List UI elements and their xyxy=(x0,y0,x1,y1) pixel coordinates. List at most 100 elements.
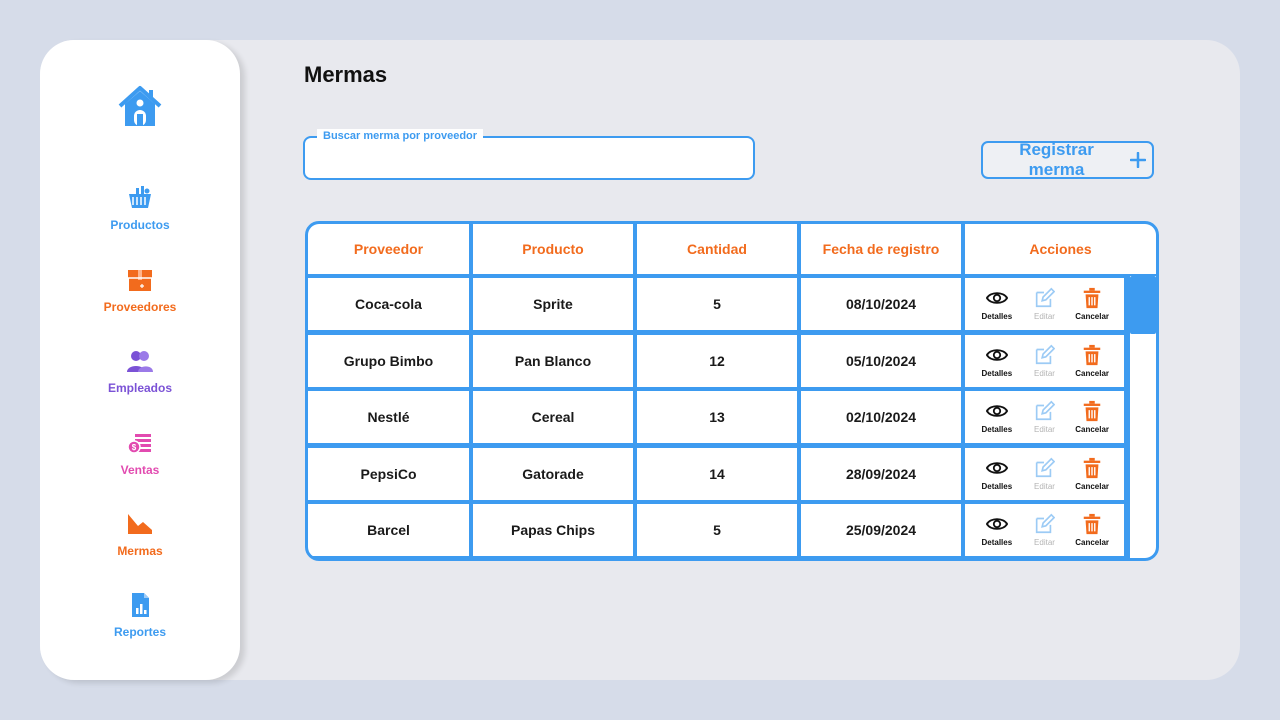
table-cell-acciones: Detalles Editar Cancelar xyxy=(965,334,1124,387)
details-button[interactable]: Detalles xyxy=(977,400,1017,434)
table-cell-acciones: Detalles Editar Cancelar xyxy=(965,504,1124,556)
box-icon xyxy=(128,270,152,291)
column-header-producto: Producto xyxy=(473,224,633,274)
details-label: Detalles xyxy=(981,481,1013,491)
table-cell-cantidad: 12 xyxy=(637,334,797,387)
table-cell-acciones: Detalles Editar Cancelar xyxy=(965,391,1124,443)
column-header-cantidad: Cantidad xyxy=(637,224,797,274)
column-header-proveedor: Proveedor xyxy=(308,224,469,274)
sidebar-item-proveedores[interactable]: Proveedores xyxy=(40,266,240,314)
sidebar-item-label: Empleados xyxy=(107,381,173,395)
table-cell-producto: Sprite xyxy=(473,278,633,330)
trash-icon xyxy=(1083,344,1101,365)
details-label: Detalles xyxy=(981,538,1013,547)
eye-icon xyxy=(985,461,1008,474)
cancel-button[interactable]: Cancelar xyxy=(1072,287,1112,321)
search-field[interactable]: Buscar merma por proveedor xyxy=(303,129,755,180)
table-cell-producto: Gatorade xyxy=(473,447,633,500)
sidebar-item-label: Proveedores xyxy=(103,300,177,314)
column-header-fecha: Fecha de registro xyxy=(801,224,961,274)
sidebar-item-ventas[interactable]: $ Ventas xyxy=(40,429,240,477)
trash-icon xyxy=(1083,287,1101,309)
edit-button[interactable]: Editar xyxy=(1024,457,1064,491)
users-icon xyxy=(127,351,153,372)
edit-icon xyxy=(1036,287,1056,308)
trash-icon xyxy=(1083,457,1101,478)
table-cell-producto: Cereal xyxy=(473,391,633,443)
register-button-label: Registrar merma xyxy=(1019,140,1094,179)
table-cell-cantidad: 14 xyxy=(637,447,797,500)
cancel-button[interactable]: Cancelar xyxy=(1072,513,1112,547)
edit-icon xyxy=(1036,400,1056,421)
edit-button[interactable]: Editar xyxy=(1024,287,1064,321)
trash-icon xyxy=(1083,513,1101,535)
details-label: Detalles xyxy=(981,368,1013,378)
edit-button[interactable]: Editar xyxy=(1024,400,1064,434)
table-cell-fecha: 05/10/2024 xyxy=(801,334,961,387)
sidebar-item-empleados[interactable]: Empleados xyxy=(40,347,240,395)
details-button[interactable]: Detalles xyxy=(977,457,1017,491)
cancel-label: Cancelar xyxy=(1075,481,1110,491)
edit-button[interactable]: Editar xyxy=(1024,344,1064,378)
sidebar-item-label: Ventas xyxy=(120,463,160,477)
trash-icon xyxy=(1083,400,1101,422)
table-cell-proveedor: Nestlé xyxy=(308,391,469,443)
edit-label: Editar xyxy=(1034,538,1055,547)
edit-button[interactable]: Editar xyxy=(1024,513,1064,547)
table-cell-fecha: 25/09/2024 xyxy=(801,504,961,556)
table-cell-cantidad: 5 xyxy=(637,278,797,330)
edit-label: Editar xyxy=(1034,312,1055,321)
edit-icon xyxy=(1036,457,1056,477)
register-merma-button[interactable]: Registrar merma xyxy=(981,140,1154,179)
details-button[interactable]: Detalles xyxy=(977,344,1017,378)
eye-icon xyxy=(985,518,1008,530)
svg-text:$: $ xyxy=(132,443,137,452)
eye-icon xyxy=(985,405,1008,417)
sidebar-item-reportes[interactable]: Reportes xyxy=(40,591,240,639)
scrollbar-thumb[interactable] xyxy=(1130,276,1156,334)
search-label: Buscar merma por proveedor xyxy=(317,129,484,143)
sidebar-item-label: Reportes xyxy=(113,625,166,639)
table-cell-fecha: 28/09/2024 xyxy=(801,447,961,500)
table-cell-proveedor: Barcel xyxy=(308,504,469,556)
sidebar-item-label: Mermas xyxy=(117,544,163,558)
plus-icon xyxy=(1130,152,1146,168)
cancel-button[interactable]: Cancelar xyxy=(1072,400,1112,434)
table-cell-acciones: Detalles Editar Cancelar xyxy=(965,447,1124,500)
sidebar: Productos Proveedores Empleados $ Ventas… xyxy=(40,40,240,680)
details-label: Detalles xyxy=(981,425,1013,434)
report-icon xyxy=(132,593,149,617)
eye-icon xyxy=(985,292,1008,304)
table-cell-proveedor: PepsiCo xyxy=(308,447,469,500)
table-cell-proveedor: Grupo Bimbo xyxy=(308,334,469,387)
sidebar-item-mermas[interactable]: Mermas xyxy=(40,510,240,558)
table-cell-acciones: Detalles Editar Cancelar xyxy=(965,278,1124,330)
home-icon[interactable] xyxy=(116,82,164,130)
edit-label: Editar xyxy=(1034,368,1055,378)
cancel-button[interactable]: Cancelar xyxy=(1072,344,1112,378)
edit-label: Editar xyxy=(1034,425,1055,434)
sidebar-item-label: Productos xyxy=(110,218,170,232)
page-title: Mermas xyxy=(304,62,388,87)
cancel-button[interactable]: Cancelar xyxy=(1072,457,1112,491)
details-button[interactable]: Detalles xyxy=(977,513,1017,547)
table-cell-producto: Papas Chips xyxy=(473,504,633,556)
table-cell-cantidad: 5 xyxy=(637,504,797,556)
table-cell-proveedor: Coca-cola xyxy=(308,278,469,330)
table-cell-fecha: 02/10/2024 xyxy=(801,391,961,443)
mermas-table: Proveedor Producto Cantidad Fecha de reg… xyxy=(305,221,1159,561)
table-cell-fecha: 08/10/2024 xyxy=(801,278,961,330)
eye-icon xyxy=(985,348,1008,361)
details-button[interactable]: Detalles xyxy=(977,287,1017,321)
table-cell-producto: Pan Blanco xyxy=(473,334,633,387)
edit-icon xyxy=(1036,513,1056,534)
money-icon: $ xyxy=(127,434,151,454)
table-cell-cantidad: 13 xyxy=(637,391,797,443)
cancel-label: Cancelar xyxy=(1075,312,1110,321)
sidebar-item-productos[interactable]: Productos xyxy=(40,184,240,232)
cancel-label: Cancelar xyxy=(1075,538,1110,547)
edit-icon xyxy=(1036,344,1056,364)
search-input[interactable] xyxy=(315,146,739,172)
cancel-label: Cancelar xyxy=(1075,368,1110,378)
column-header-acciones: Acciones xyxy=(965,224,1156,274)
